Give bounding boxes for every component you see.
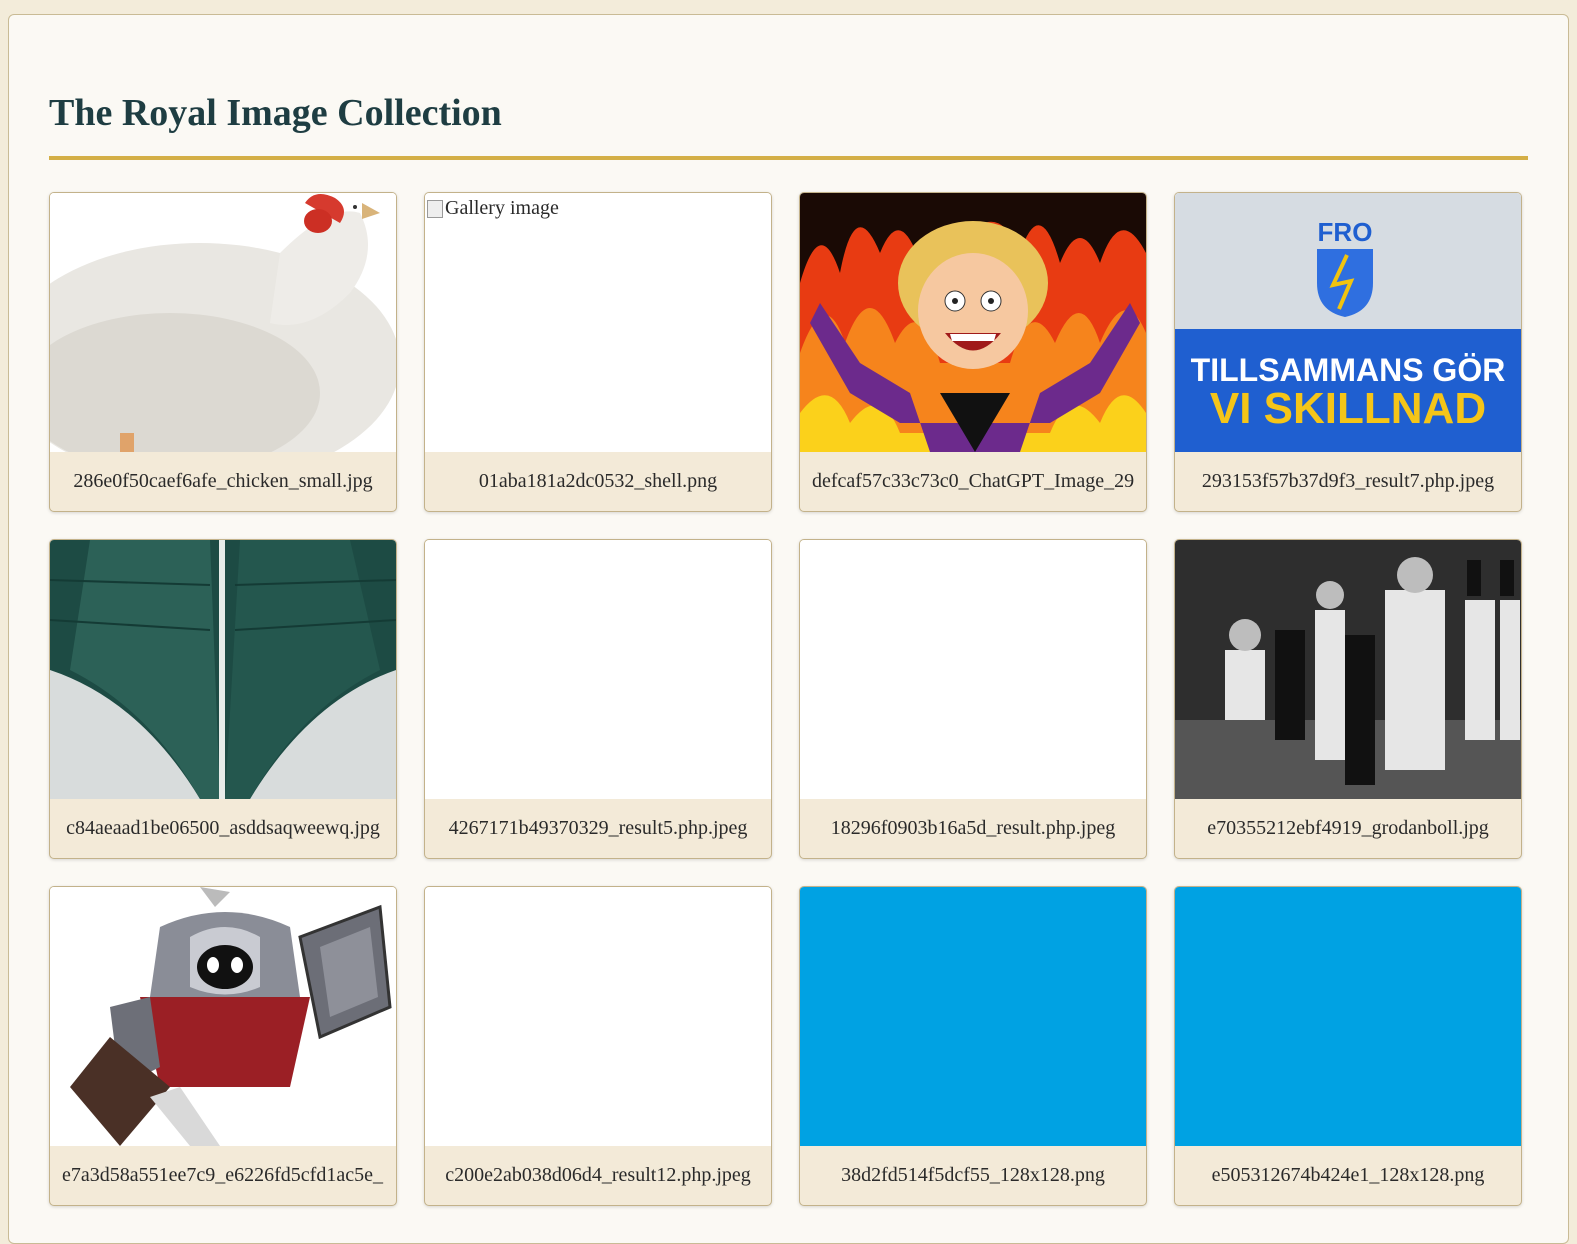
gallery-card[interactable]: c200e2ab038d06d4_result12.php.jpeg xyxy=(424,886,772,1206)
main-panel: The Royal Image Collection 286e0f50caef6… xyxy=(8,14,1569,1244)
title-divider xyxy=(49,156,1528,160)
gallery-card[interactable]: 38d2fd514f5dcf55_128x128.png xyxy=(799,886,1147,1206)
page-title: The Royal Image Collection xyxy=(49,92,502,134)
banner-line1: TILLSAMMANS GÖR xyxy=(1191,352,1506,388)
gallery-card[interactable]: Gallery image 01aba181a2dc0532_shell.png xyxy=(424,192,772,512)
banner-line2: VI SKILLNAD xyxy=(1210,384,1486,433)
broken-image-placeholder: Gallery image xyxy=(427,197,559,220)
gallery-card[interactable]: e505312674b424e1_128x128.png xyxy=(1174,886,1522,1206)
gallery-image-broken[interactable]: Gallery image xyxy=(425,193,771,452)
gallery-image-blank[interactable] xyxy=(425,887,771,1146)
gallery-image-cyan[interactable] xyxy=(800,887,1146,1146)
gallery-image-chicken[interactable] xyxy=(50,193,396,452)
gallery-card[interactable]: FRO TILLSAMMANS GÖR VI SKILLNAD 293153f5… xyxy=(1174,192,1522,512)
image-caption: c84aeaad1be06500_asddsaqweewq.jpg xyxy=(66,817,380,839)
gallery-card[interactable]: c84aeaad1be06500_asddsaqweewq.jpg xyxy=(49,539,397,859)
image-caption: e7a3d58a551ee7c9_e6226fd5cfd1ac5e_ xyxy=(62,1164,383,1186)
image-caption: 4267171b49370329_result5.php.jpeg xyxy=(448,817,748,839)
gallery-image-armored-knight[interactable] xyxy=(50,887,396,1146)
broken-image-icon xyxy=(427,199,443,218)
image-caption: 286e0f50caef6afe_chicken_small.jpg xyxy=(73,470,373,492)
gallery-card[interactable]: defcaf57c33c73c0_ChatGPT_Image_29 xyxy=(799,192,1147,512)
banner-logo-text: FRO xyxy=(1318,217,1373,247)
image-alt-text: Gallery image xyxy=(445,197,559,219)
gallery-image-green-roof[interactable] xyxy=(50,540,396,799)
gallery-card[interactable]: 4267171b49370329_result5.php.jpeg xyxy=(424,539,772,859)
image-caption: defcaf57c33c73c0_ChatGPT_Image_29 xyxy=(812,470,1135,492)
image-caption: 293153f57b37d9f3_result7.php.jpeg xyxy=(1201,470,1495,492)
image-caption: e505312674b424e1_128x128.png xyxy=(1211,1164,1485,1186)
gallery-image-cyan[interactable] xyxy=(1175,887,1521,1146)
image-caption: 38d2fd514f5dcf55_128x128.png xyxy=(841,1164,1105,1186)
gallery-image-fro-banner[interactable]: FRO TILLSAMMANS GÖR VI SKILLNAD xyxy=(1175,193,1521,452)
gallery-card[interactable]: 18296f0903b16a5d_result.php.jpeg xyxy=(799,539,1147,859)
gallery-image-blank[interactable] xyxy=(425,540,771,799)
gallery-image-cartoon[interactable] xyxy=(800,193,1146,452)
image-gallery-grid: 286e0f50caef6afe_chicken_small.jpg Galle… xyxy=(49,192,1528,1206)
gallery-card[interactable]: e70355212ebf4919_grodanboll.jpg xyxy=(1174,539,1522,859)
gallery-card[interactable]: 286e0f50caef6afe_chicken_small.jpg xyxy=(49,192,397,512)
image-caption: c200e2ab038d06d4_result12.php.jpeg xyxy=(445,1164,751,1186)
gallery-image-blank[interactable] xyxy=(800,540,1146,799)
image-caption: 01aba181a2dc0532_shell.png xyxy=(478,470,718,492)
gallery-image-bw-theatre[interactable] xyxy=(1175,540,1521,799)
gallery-card[interactable]: e7a3d58a551ee7c9_e6226fd5cfd1ac5e_ xyxy=(49,886,397,1206)
image-caption: 18296f0903b16a5d_result.php.jpeg xyxy=(830,817,1116,839)
image-caption: e70355212ebf4919_grodanboll.jpg xyxy=(1207,817,1489,839)
